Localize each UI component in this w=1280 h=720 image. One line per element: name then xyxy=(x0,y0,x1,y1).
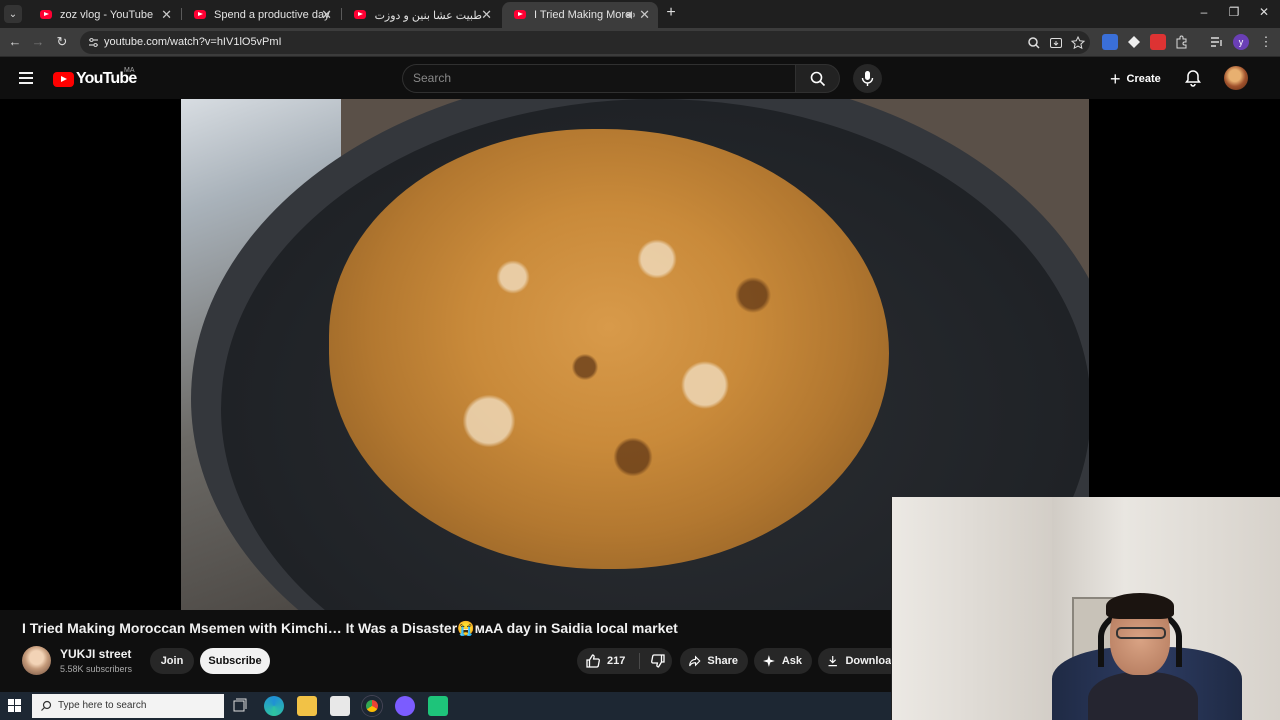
tab-zoz-vlog[interactable]: zoz vlog - YouTube ✕ xyxy=(28,2,180,28)
media-controls-icon[interactable] xyxy=(1209,34,1225,50)
tab-title: zoz vlog - YouTube xyxy=(60,9,154,21)
browser-tab-strip: ⌄ zoz vlog - YouTube ✕ Spend a productiv… xyxy=(0,0,1280,28)
tab-arabic-video[interactable]: طبيت عشا بنين و دوزت نهار واعر ✕ xyxy=(342,2,500,28)
youtube-favicon-icon xyxy=(194,10,206,19)
youtube-favicon-icon xyxy=(40,10,52,19)
country-code: MA xyxy=(124,67,135,74)
like-count: 217 xyxy=(607,655,626,667)
webcam-glasses xyxy=(1116,627,1166,639)
webcam-overlay xyxy=(891,497,1280,720)
profile-avatar-icon[interactable]: y xyxy=(1233,34,1249,50)
like-button[interactable]: 217 xyxy=(577,648,635,674)
youtube-play-icon xyxy=(53,71,74,87)
tab-close-icon[interactable]: ✕ xyxy=(161,7,172,23)
plus-icon: + xyxy=(1110,68,1121,89)
subscribe-button[interactable]: Subscribe xyxy=(200,648,270,674)
ask-label: Ask xyxy=(781,655,802,667)
zoom-icon[interactable] xyxy=(1026,35,1042,51)
edge-browser-icon[interactable] xyxy=(264,696,284,716)
download-icon xyxy=(828,655,837,667)
subscriber-count: 5.58K subscribers xyxy=(60,664,133,674)
file-explorer-icon[interactable] xyxy=(297,696,317,716)
tab-title: Spend a productive day with m xyxy=(214,9,332,21)
tab-moroccan-msemen[interactable]: I Tried Making Moroccan M ✕ xyxy=(502,2,658,28)
green-app-icon[interactable] xyxy=(428,696,448,716)
taskbar-search-box[interactable]: Type here to search xyxy=(32,694,224,718)
thumbs-down-icon xyxy=(650,654,665,668)
tab-title: I Tried Making Moroccan M xyxy=(534,9,630,21)
webcam-person-hair xyxy=(1106,593,1174,619)
webcam-shirt xyxy=(1088,672,1198,720)
bookmark-star-icon[interactable] xyxy=(1070,35,1086,51)
like-dislike-group: 217 xyxy=(577,648,672,674)
task-view-icon[interactable] xyxy=(230,696,250,716)
search-box[interactable] xyxy=(402,64,796,93)
tab-close-icon[interactable]: ✕ xyxy=(481,7,492,23)
share-button[interactable]: Share xyxy=(680,648,748,674)
join-button[interactable]: Join xyxy=(150,648,194,674)
create-button[interactable]: + Create xyxy=(1104,64,1170,93)
back-arrow-icon[interactable]: ← xyxy=(7,34,23,50)
thumbs-up-icon xyxy=(586,654,600,668)
address-bar[interactable]: youtube.com/watch?v=hIV1lO5vPmI xyxy=(80,31,1090,54)
tab-search-menu-icon[interactable]: ⌄ xyxy=(4,5,22,23)
share-label: Share xyxy=(707,655,738,667)
install-app-icon[interactable] xyxy=(1048,35,1064,51)
browser-menu-icon[interactable]: ⋮ xyxy=(1258,34,1274,50)
tab-title: طبيت عشا بنين و دوزت نهار واعر xyxy=(374,9,482,22)
site-info-icon[interactable] xyxy=(88,37,99,48)
forward-arrow-icon[interactable]: → xyxy=(30,34,46,50)
new-tab-plus-icon[interactable]: + xyxy=(662,4,680,22)
youtube-favicon-icon xyxy=(354,10,366,19)
dislike-button[interactable] xyxy=(643,648,672,674)
windows-start-icon[interactable] xyxy=(8,699,22,713)
windows-taskbar: Type here to search xyxy=(0,692,891,720)
tab-close-icon[interactable]: ✕ xyxy=(321,7,332,23)
discord-like-app-icon[interactable] xyxy=(395,696,415,716)
channel-name[interactable]: YUKJI street xyxy=(60,647,131,661)
microphone-icon xyxy=(861,71,874,86)
browser-toolbar: ← → ↻ youtube.com/watch?v=hIV1lO5vPmI y … xyxy=(0,28,1280,57)
translate-extension-icon[interactable] xyxy=(1102,34,1118,50)
chrome-icon[interactable] xyxy=(362,696,382,716)
extension-diamond-icon[interactable] xyxy=(1126,34,1142,50)
window-close-icon[interactable]: ✕ xyxy=(1255,5,1273,19)
account-avatar[interactable] xyxy=(1224,66,1248,90)
video-title: I Tried Making Moroccan Msemen with Kimc… xyxy=(22,620,678,636)
taskbar-search-placeholder: Type here to search xyxy=(58,700,147,711)
channel-avatar[interactable] xyxy=(22,646,51,675)
url-text[interactable]: youtube.com/watch?v=hIV1lO5vPmI xyxy=(104,36,282,48)
video-frame-msemen xyxy=(329,129,889,569)
reload-icon[interactable]: ↻ xyxy=(54,34,70,50)
youtube-favicon-icon xyxy=(514,10,526,19)
tab-close-icon[interactable]: ✕ xyxy=(639,7,650,23)
menu-hamburger-icon[interactable] xyxy=(19,72,33,84)
extension-red-icon[interactable] xyxy=(1150,34,1166,50)
create-label: Create xyxy=(1126,72,1161,85)
search-button[interactable] xyxy=(795,64,840,93)
search-input[interactable] xyxy=(413,71,783,85)
window-minimize-icon[interactable]: – xyxy=(1195,5,1213,19)
webcam-door xyxy=(892,497,1052,720)
sparkle-icon xyxy=(762,655,775,667)
taskbar-search-icon xyxy=(41,700,52,711)
ask-button[interactable]: Ask xyxy=(754,648,812,674)
share-arrow-icon xyxy=(689,655,701,667)
voice-search-button[interactable] xyxy=(853,64,882,93)
window-restore-icon[interactable]: ❐ xyxy=(1225,5,1243,19)
extensions-puzzle-icon[interactable] xyxy=(1174,34,1190,50)
tab-productive-day[interactable]: Spend a productive day with m ✕ xyxy=(182,2,340,28)
search-icon xyxy=(810,71,826,87)
tab-audio-speaker-icon[interactable] xyxy=(626,10,636,20)
notifications-bell-icon[interactable] xyxy=(1183,68,1203,88)
youtube-header: YouTube MA + Create xyxy=(0,57,1280,99)
like-divider xyxy=(639,653,640,669)
microsoft-store-icon[interactable] xyxy=(330,696,350,716)
